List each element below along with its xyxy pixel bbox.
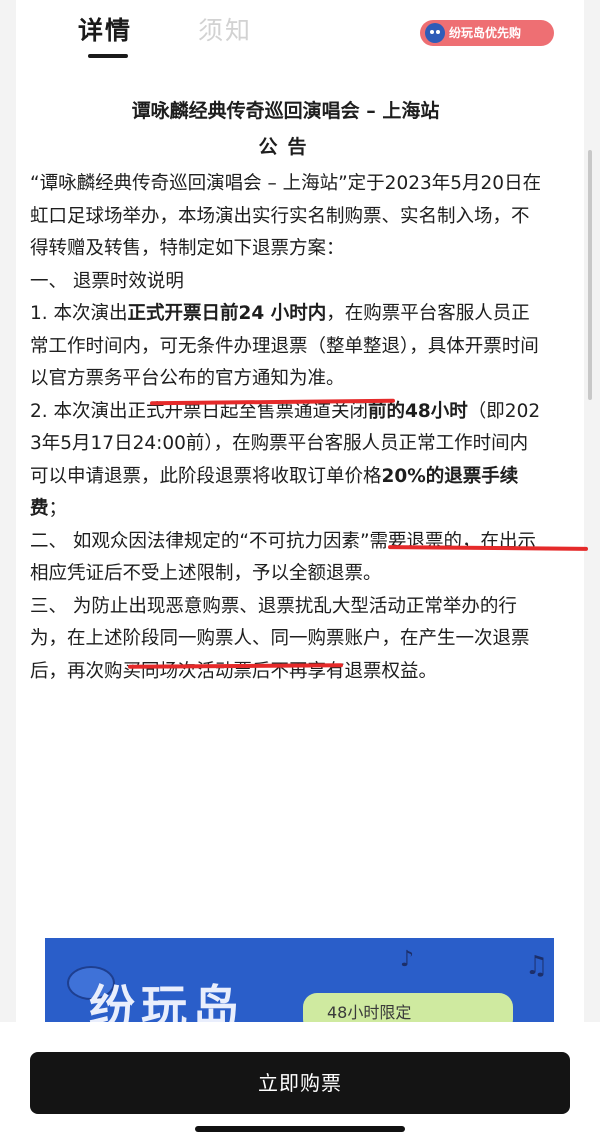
buy-now-button[interactable]: 立即购票 [30, 1052, 570, 1114]
refund-rule-1: 1. 本次演出正式开票日前24 小时内，在购票平台客服人员正常工作时间内，可无条… [30, 298, 545, 396]
tab-notice[interactable]: 须知 [198, 14, 252, 48]
priority-purchase-badge[interactable]: 纷玩岛优先购 [420, 20, 554, 46]
promo-banner[interactable]: ♪ ♫ 纷玩岛 48小时限定 [45, 938, 554, 1022]
priority-purchase-label: 纷玩岛优先购 [449, 26, 522, 40]
section2-force-majeure: 二、 如观众因法律规定的“不可抗力因素”需要退票的，在出示相应凭证后不受上述限制… [30, 530, 537, 585]
banner-limited-pill: 48小时限定 [303, 993, 513, 1022]
rule1-prefix: 1. 本次演出 [30, 303, 128, 324]
scrollbar[interactable] [588, 150, 592, 400]
home-indicator [195, 1126, 405, 1132]
banner-brand-text: 纷玩岛 [89, 980, 245, 1022]
tab-details[interactable]: 详情 [78, 14, 132, 48]
notice-intro: “谭咏麟经典传奇巡回演唱会 – 上海站”定于2023年5月20日在虹口足球场举办… [30, 173, 542, 259]
rule1-highlight: 正式开票日前24 小时内 [127, 303, 327, 324]
rule2-highlight: 前的48小时 [368, 400, 468, 422]
announcement: 谭咏麟经典传奇巡回演唱会 – 上海站 公告 “谭咏麟经典传奇巡回演唱会 – 上海… [30, 96, 545, 688]
music-note-icon: ♫ [525, 951, 549, 981]
tab-bar: 详情 须知 纷玩岛优先购 [16, 0, 584, 62]
notice-subtitle: 公告 [258, 136, 317, 158]
music-note-icon: ♪ [400, 947, 415, 972]
notice-title: 谭咏麟经典传奇巡回演唱会 – 上海站 [131, 100, 440, 122]
rule2-suffix: ； [48, 498, 68, 519]
refund-rule-2: 2. 本次演出正式开票日起至售票通道关闭前的48小时（即2023年5月17日24… [30, 396, 545, 526]
bear-mascot-icon [425, 23, 445, 43]
section1-heading: 一、 退票时效说明 [30, 270, 184, 292]
section3-anti-scalping: 三、 为防止出现恶意购票、退票扰乱大型活动正常举办的行为，在上述阶段同一购票人、… [30, 595, 530, 682]
active-tab-indicator [88, 54, 128, 58]
